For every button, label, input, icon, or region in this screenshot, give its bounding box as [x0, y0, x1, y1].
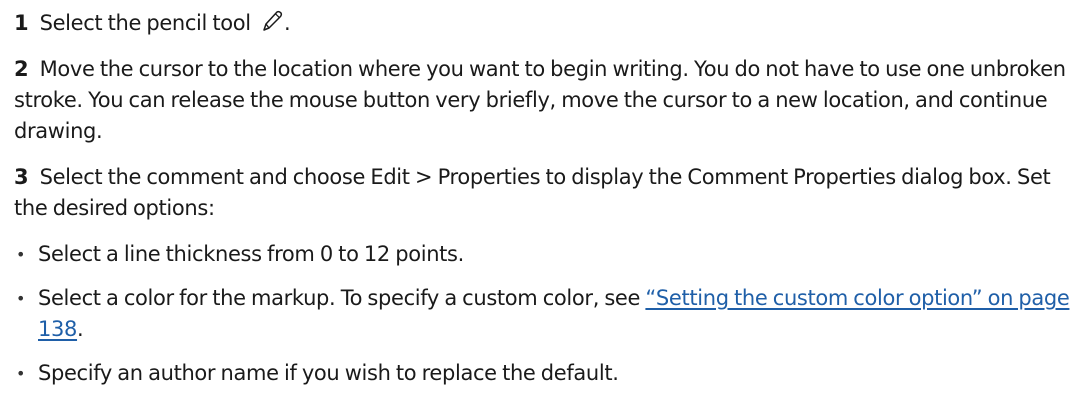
pencil-icon — [260, 9, 284, 33]
bullet-icon: • — [16, 289, 26, 308]
list-item: • Select a line thickness from 0 to 12 p… — [14, 239, 1086, 270]
step-text: Select the pencil tool — [39, 11, 251, 35]
step-trailing: . — [284, 11, 291, 35]
list-item: • Specify an author name if you wish to … — [14, 358, 1086, 389]
bullet-text: Select a line thickness from 0 to 12 poi… — [38, 242, 464, 266]
step-text: Move the cursor to the location where yo… — [14, 57, 1066, 143]
step-3: 3 Select the comment and choose Edit > P… — [14, 162, 1086, 224]
document-body: 1 Select the pencil tool . 2 Move the cu… — [14, 8, 1086, 402]
step-1: 1 Select the pencil tool . — [14, 8, 1086, 39]
bullet-text-after: . — [77, 317, 84, 341]
bullet-text: Select a color for the markup. To specif… — [38, 286, 646, 310]
step-text: Select the comment and choose Edit > Pro… — [14, 165, 1051, 220]
bullet-icon: • — [16, 364, 26, 383]
step-number: 2 — [14, 57, 29, 81]
bullet-icon: • — [16, 245, 26, 264]
step-2: 2 Move the cursor to the location where … — [14, 54, 1086, 147]
bullet-text: Specify an author name if you wish to re… — [38, 361, 619, 385]
step-number: 3 — [14, 165, 29, 189]
list-item: • Select a color for the markup. To spec… — [14, 283, 1086, 345]
options-list: • Select a line thickness from 0 to 12 p… — [14, 239, 1086, 389]
step-number: 1 — [14, 11, 29, 35]
